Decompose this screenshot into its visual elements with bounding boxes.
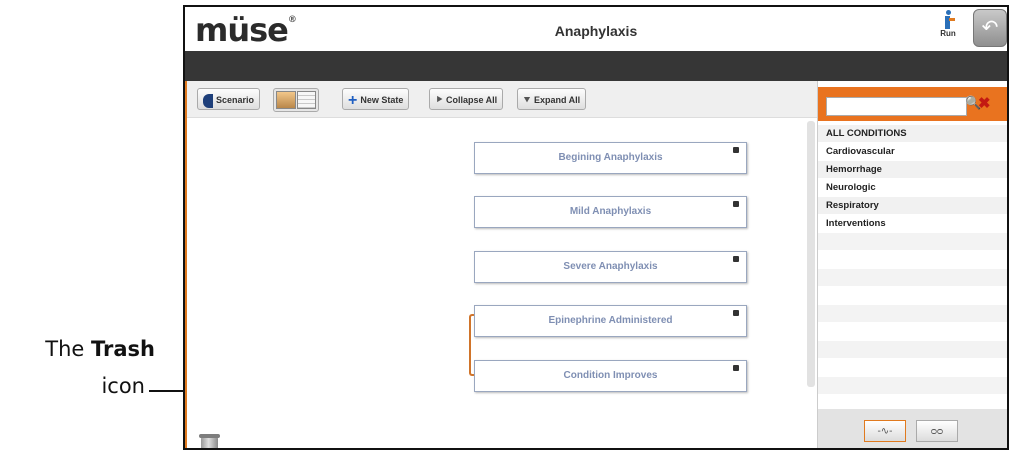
state-node[interactable]: Epinephrine Administered xyxy=(474,305,747,337)
tree-view-icon xyxy=(276,91,296,109)
empty-row xyxy=(818,269,1007,287)
search-bar: 🔍 ✖ xyxy=(818,87,1007,121)
empty-row xyxy=(818,305,1007,323)
category-respiratory[interactable]: Respiratory xyxy=(818,197,1007,215)
plus-icon: + xyxy=(348,91,358,109)
state-node[interactable]: Severe Anaphylaxis xyxy=(474,251,747,283)
state-canvas: Begining Anaphylaxis Mild Anaphylaxis Se… xyxy=(187,118,804,448)
top-bar: müse® Anaphylaxis Run ↶ xyxy=(185,7,1007,51)
empty-row xyxy=(818,287,1007,305)
new-state-button[interactable]: + New State xyxy=(342,88,410,110)
category-hemorrhage[interactable]: Hemorrhage xyxy=(818,161,1007,179)
scenario-button[interactable]: Scenario xyxy=(197,88,261,110)
back-button[interactable]: ↶ xyxy=(973,9,1007,47)
notes-icon[interactable] xyxy=(733,256,739,262)
expand-icon: ⯆ xyxy=(523,94,531,106)
back-icon: ↶ xyxy=(981,17,999,39)
scenario-editor: Scenario + New State ⯈ Collapse All ⯆ Expan… xyxy=(185,81,817,448)
callout-line-2: icon xyxy=(101,374,145,398)
empty-row xyxy=(818,251,1007,269)
category-interventions[interactable]: Interventions xyxy=(818,215,1007,233)
tab-waveform[interactable]: -∿- xyxy=(864,420,906,442)
empty-row xyxy=(818,359,1007,377)
condition-list: ALL CONDITIONS Cardiovascular Hemorrhage… xyxy=(818,125,1007,431)
search-input[interactable] xyxy=(826,97,967,116)
state-node[interactable]: Condition Improves xyxy=(474,360,747,392)
category-all-conditions[interactable]: ALL CONDITIONS xyxy=(818,125,1007,143)
waveform-icon: -∿- xyxy=(877,426,893,437)
list-view-icon xyxy=(297,91,316,109)
sidebar-tabs: -∿- ᴑᴑ xyxy=(818,409,1007,448)
trash-callout: The Trash icon xyxy=(10,337,215,407)
conditions-sidebar: 🔍 ✖ ALL CONDITIONS Cardiovascular Hemorr… xyxy=(817,81,1007,448)
scenario-icon xyxy=(203,93,213,108)
callout-bold-word: Trash xyxy=(91,337,155,361)
callout-line-1: The Trash xyxy=(45,337,155,361)
notes-icon[interactable] xyxy=(733,147,739,153)
notes-icon[interactable] xyxy=(733,365,739,371)
empty-row xyxy=(818,323,1007,341)
empty-row xyxy=(818,233,1007,251)
empty-row xyxy=(818,377,1007,395)
canvas-scrollbar[interactable] xyxy=(807,121,815,387)
state-node[interactable]: Begining Anaphylaxis xyxy=(474,142,747,174)
collapse-icon: ⯈ xyxy=(435,94,443,106)
run-button[interactable]: Run xyxy=(936,10,960,46)
notes-icon[interactable] xyxy=(733,201,739,207)
category-neurologic[interactable]: Neurologic xyxy=(818,179,1007,197)
clear-icon[interactable]: ✖ xyxy=(978,94,991,112)
run-label: Run xyxy=(940,29,956,38)
trash-icon[interactable] xyxy=(199,434,220,448)
state-node[interactable]: Mild Anaphylaxis xyxy=(474,196,747,228)
collapse-all-button[interactable]: ⯈ Collapse All xyxy=(429,88,504,110)
voicemail-icon: ᴑᴑ xyxy=(930,426,944,437)
tab-sounds[interactable]: ᴑᴑ xyxy=(916,420,958,442)
dark-menu-bar xyxy=(185,51,1007,81)
app-window: müse® Anaphylaxis Run ↶ Scenario + New St… xyxy=(183,5,1009,450)
run-icon xyxy=(941,10,955,30)
category-cardiovascular[interactable]: Cardiovascular xyxy=(818,143,1007,161)
empty-row xyxy=(818,341,1007,359)
expand-all-button[interactable]: ⯆ Expand All xyxy=(517,88,587,110)
page-title: Anaphylaxis xyxy=(554,23,638,39)
notes-icon[interactable] xyxy=(733,310,739,316)
view-toggle[interactable] xyxy=(273,88,319,112)
editor-toolbar: Scenario + New State ⯈ Collapse All ⯆ Expan… xyxy=(187,81,817,118)
